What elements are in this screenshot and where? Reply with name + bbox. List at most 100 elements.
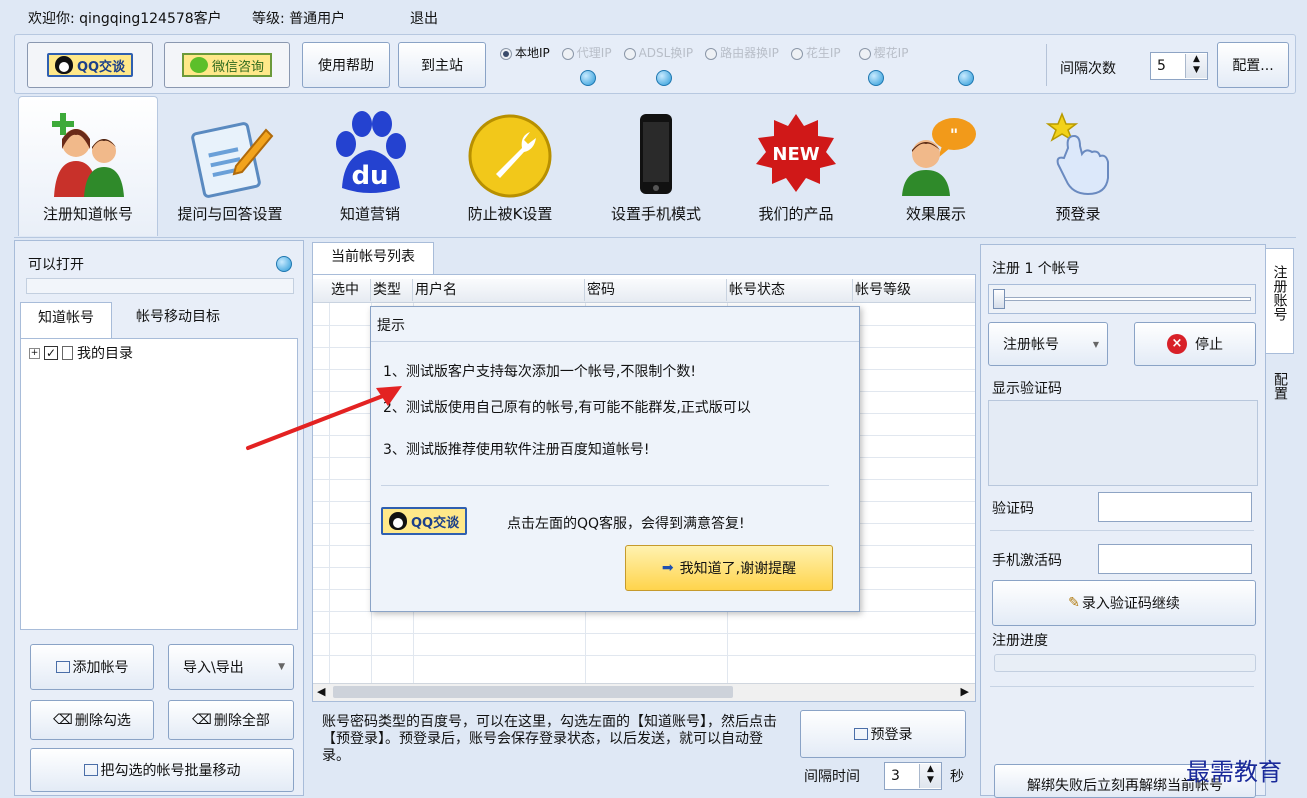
dialog-title-divider	[371, 341, 859, 342]
wechat-icon	[189, 57, 208, 73]
ribbon-label: 设置手机模式	[610, 205, 701, 223]
phone-code-label: 手机激活码	[992, 553, 1062, 569]
logout-link[interactable]: 退出	[410, 8, 438, 28]
ribbon-label: 注册知道帐号	[42, 205, 133, 223]
dialog-qq-hint: 点击左面的QQ客服，会得到满意答复!	[507, 516, 745, 532]
col-password[interactable]: 密码	[585, 279, 727, 301]
welcome-text: 欢迎你: qingqing124578客户	[28, 11, 222, 27]
tab-current-accounts[interactable]: 当前帐号列表	[312, 242, 434, 274]
register-count-slider[interactable]	[988, 284, 1256, 314]
qq-penguin-icon	[54, 56, 73, 74]
interval-count-spinner[interactable]: 5 ▲ ▼	[1150, 52, 1208, 80]
ip-option-sakura[interactable]: 樱花IP	[858, 44, 908, 61]
new-badge-icon: NEW	[756, 114, 836, 192]
captcha-input[interactable]	[1098, 492, 1252, 522]
ribbon-zhidao-marketing[interactable]: du 知道营销	[300, 96, 440, 236]
interval-time-value: 3	[891, 768, 900, 784]
dialog-qq-button[interactable]: QQ交谈	[381, 507, 468, 535]
tab-zhidao-account[interactable]: 知道帐号	[20, 302, 112, 338]
ribbon-qa-settings[interactable]: 提问与回答设置	[160, 96, 300, 236]
spinner-arrows-icon[interactable]: ▲ ▼	[919, 764, 941, 788]
col-username[interactable]: 用户名	[413, 279, 585, 301]
toolbar-divider	[1046, 44, 1047, 86]
notepad-icon	[191, 122, 274, 198]
register-progress-bar	[994, 654, 1256, 672]
ip-option-peanut[interactable]: 花生IP	[790, 44, 841, 61]
svg-text:": "	[950, 125, 958, 144]
col-account-status[interactable]: 帐号状态	[727, 279, 853, 301]
ribbon-label: 提问与回答设置	[177, 205, 283, 223]
tab-move-target[interactable]: 帐号移动目标	[118, 306, 238, 336]
radio-icon	[858, 47, 871, 60]
expand-icon[interactable]: +	[29, 347, 40, 359]
tree-item-label: 我的目录	[77, 346, 133, 362]
ribbon-showcase[interactable]: " 效果展示	[866, 96, 1006, 236]
go-home-button[interactable]: 到主站	[398, 42, 486, 88]
tree-item-my-directory[interactable]: + ✓ 我的目录	[29, 343, 133, 363]
radio-icon	[500, 47, 512, 60]
slider-track	[993, 297, 1251, 301]
help-icon-router[interactable]	[868, 70, 884, 86]
ribbon-anti-k[interactable]: 防止被K设置	[440, 96, 580, 236]
stop-button[interactable]: × 停止	[1134, 322, 1256, 366]
dialog-line-3: 3、测试版推荐使用软件注册百度知道帐号!	[383, 442, 650, 458]
delete-all-button[interactable]: ⌫ 删除全部	[168, 700, 294, 740]
ip-option-adsl[interactable]: ADSL换IP	[623, 44, 693, 61]
ribbon-prelogin[interactable]: 预登录	[1008, 96, 1148, 236]
config-button[interactable]: 配置...	[1217, 42, 1289, 88]
interval-count-value: 5	[1157, 58, 1166, 74]
slider-thumb[interactable]	[993, 289, 1005, 309]
ribbon-register-account[interactable]: 注册知道帐号	[18, 96, 158, 236]
ip-option-router[interactable]: 路由器换IP	[705, 44, 779, 61]
dialog-ok-button[interactable]: ➡ 我知道了,谢谢提醒	[625, 545, 833, 591]
prelogin-button[interactable]: 预登录	[800, 710, 966, 758]
help-icon-local[interactable]	[580, 70, 596, 86]
side-tab-config[interactable]: 配置	[1266, 360, 1294, 410]
ribbon-our-products[interactable]: NEW 我们的产品	[726, 96, 866, 236]
interval-time-spinner[interactable]: 3 ▲ ▼	[884, 762, 942, 790]
spinner-arrows-icon[interactable]: ▲ ▼	[1185, 54, 1207, 78]
ribbon-label: 知道营销	[339, 205, 400, 223]
col-selected[interactable]: 选中	[329, 279, 371, 301]
scroll-left-icon[interactable]: ◀	[317, 685, 325, 698]
import-export-button[interactable]: 导入\导出 ▼	[168, 644, 294, 690]
scroll-right-icon[interactable]: ▶	[961, 685, 969, 698]
tip-dialog: 提示 1、测试版客户支持每次添加一个帐号,不限制个数! 2、测试版使用自己原有的…	[370, 306, 860, 612]
show-captcha-label: 显示验证码	[992, 381, 1062, 397]
center-info-text: 账号密码类型的百度号，可以在这里，勾选左面的【知道账号】，然后点击【预登录】。预…	[322, 714, 777, 764]
delete-checked-button[interactable]: ⌫ 删除勾选	[30, 700, 154, 740]
side-tab-register[interactable]: 注册账号	[1266, 248, 1294, 354]
batch-move-button[interactable]: 把勾选的帐号批量移动	[30, 748, 294, 792]
arrow-right-icon: ➡	[661, 560, 674, 576]
submit-captcha-button[interactable]: ✎ 录入验证码继续	[992, 580, 1256, 626]
dialog-line-1: 1、测试版客户支持每次添加一个帐号,不限制个数!	[383, 364, 696, 380]
col-account-level[interactable]: 帐号等级	[853, 279, 975, 301]
dropdown-arrow-icon: ▼	[1092, 339, 1099, 349]
edit-icon: ✎	[1068, 595, 1080, 611]
wechat-consult-button[interactable]: 微信咨询	[164, 42, 290, 88]
ribbon-phone-mode[interactable]: 设置手机模式	[586, 96, 726, 236]
captcha-image-area[interactable]	[988, 400, 1258, 486]
document-icon	[62, 346, 73, 360]
help-icon-sakura[interactable]	[958, 70, 974, 86]
ip-option-proxy[interactable]: 代理IP	[561, 44, 612, 61]
splitter-left[interactable]	[304, 240, 310, 796]
radio-icon	[623, 47, 636, 60]
phone-code-input[interactable]	[1098, 544, 1252, 574]
ip-mode-group: 本地IP 代理IP ADSL换IP 路由器换IP 花生IP 樱花IP	[500, 44, 908, 61]
qq-chat-button[interactable]: QQ交谈	[27, 42, 153, 88]
dropdown-arrow-icon: ▼	[278, 662, 285, 672]
svg-text:du: du	[351, 161, 388, 191]
register-account-button[interactable]: 注册帐号 ▼	[988, 322, 1108, 366]
help-icon[interactable]	[276, 256, 292, 272]
checkbox-checked-icon[interactable]: ✓	[44, 346, 58, 360]
ip-option-local[interactable]: 本地IP	[500, 44, 550, 61]
help-icon-proxy[interactable]	[656, 70, 672, 86]
add-account-button[interactable]: 添加帐号	[30, 644, 154, 690]
captcha-divider	[990, 530, 1254, 531]
scroll-thumb[interactable]	[333, 686, 733, 698]
col-type[interactable]: 类型	[371, 279, 413, 301]
horizontal-scrollbar[interactable]: ◀ ▶	[313, 683, 975, 701]
usage-help-button[interactable]: 使用帮助	[302, 42, 390, 88]
register-progress-label: 注册进度	[992, 633, 1048, 649]
